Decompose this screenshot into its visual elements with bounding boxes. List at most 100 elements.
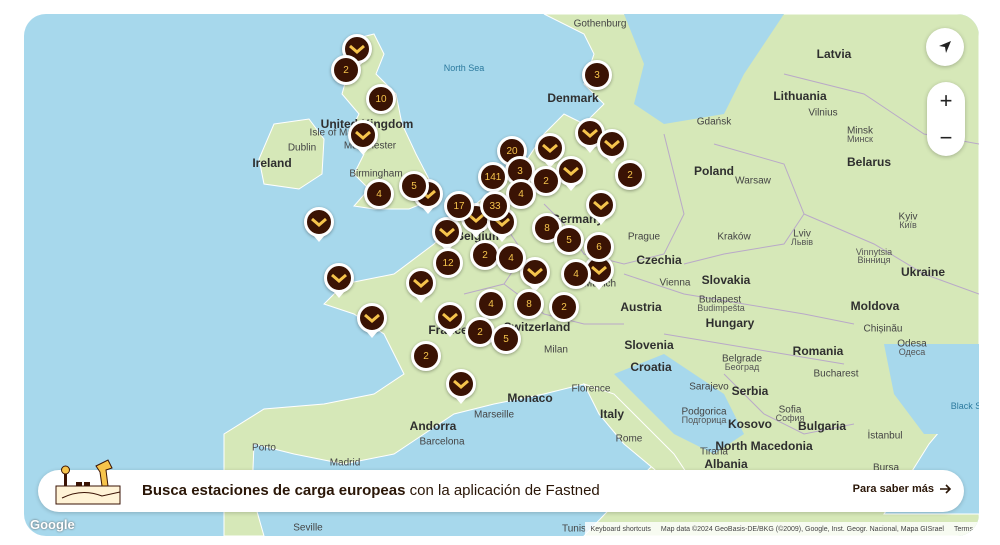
station-cluster-marker[interactable]: 2 xyxy=(411,341,441,371)
station-cluster-marker[interactable]: 4 xyxy=(506,179,536,209)
charging-station-marker[interactable] xyxy=(586,190,616,220)
water-label: Black S xyxy=(950,401,979,411)
city-label: Porto xyxy=(252,442,276,454)
country-label: Bulgaria xyxy=(797,419,847,433)
country-label: Czechia xyxy=(636,253,682,267)
station-cluster-marker[interactable]: 17 xyxy=(444,191,474,221)
charging-station-illustration-icon xyxy=(55,459,121,505)
keyboard-shortcuts-link[interactable]: Keyboard shortcuts xyxy=(591,526,651,533)
country-label: Lithuania xyxy=(773,89,827,103)
city-alt-label: Budimpešta xyxy=(697,303,745,313)
zoom-control: + − xyxy=(927,82,965,156)
country-label: Andorra xyxy=(409,419,457,433)
charging-station-marker[interactable] xyxy=(324,263,354,293)
station-cluster-marker[interactable]: 4 xyxy=(476,289,506,319)
fastned-chevron-icon xyxy=(364,313,380,323)
terms-link[interactable]: Terms xyxy=(954,526,973,533)
banner-title: Busca estaciones de carga europeas con l… xyxy=(142,482,600,499)
station-cluster-marker[interactable]: 4 xyxy=(496,243,526,273)
country-label: Albania xyxy=(704,457,748,471)
station-cluster-marker[interactable]: 2 xyxy=(549,292,579,322)
station-cluster-marker[interactable]: 2 xyxy=(615,160,645,190)
fastned-chevron-icon xyxy=(593,200,609,210)
city-label: Seville xyxy=(293,522,323,534)
learn-more-label: Para saber más xyxy=(852,483,934,495)
country-label: Hungary xyxy=(705,316,755,330)
fastned-chevron-icon xyxy=(439,227,455,237)
city-label: Milan xyxy=(544,344,568,356)
fastned-chevron-icon xyxy=(453,379,469,389)
city-label: Dublin xyxy=(287,142,317,154)
station-cluster-marker[interactable]: 5 xyxy=(399,171,429,201)
fastned-chevron-icon xyxy=(331,273,347,283)
charging-station-marker[interactable] xyxy=(357,303,387,333)
station-cluster-marker[interactable]: 141 xyxy=(478,162,508,192)
station-cluster-marker[interactable]: 5 xyxy=(554,225,584,255)
city-label: Marseille xyxy=(473,409,515,421)
country-label: Denmark xyxy=(547,91,599,105)
zoom-in-button[interactable]: + xyxy=(927,82,965,119)
country-label: Ireland xyxy=(252,156,292,170)
fastned-chevron-icon xyxy=(591,265,607,275)
water-label: North Sea xyxy=(443,63,485,73)
learn-more-link[interactable]: Para saber más xyxy=(853,483,952,495)
charging-station-marker[interactable] xyxy=(597,129,627,159)
map-canvas[interactable]: North Sea Black S United Kingdom Ireland Den… xyxy=(24,14,979,536)
charging-station-marker[interactable] xyxy=(348,120,378,150)
arrow-right-icon xyxy=(940,484,952,494)
fastned-chevron-icon xyxy=(442,312,458,322)
station-cluster-marker[interactable]: 4 xyxy=(364,179,394,209)
city-label: Gothenburg xyxy=(573,18,627,30)
city-alt-label: София xyxy=(775,413,805,423)
city-label: Vienna xyxy=(659,277,691,289)
country-label: Moldova xyxy=(850,299,900,313)
map-data-text: Map data ©2024 GeoBasis-DE/BKG (©2009), … xyxy=(660,525,944,533)
country-label: Croatia xyxy=(630,360,672,374)
fastned-chevron-icon xyxy=(542,143,558,153)
city-label: Tirana xyxy=(700,446,728,458)
country-label: Kosovo xyxy=(727,417,773,431)
country-label: Belarus xyxy=(846,155,892,169)
banner-title-bold: Busca estaciones de carga europeas xyxy=(142,482,406,499)
fastned-chevron-icon xyxy=(311,217,327,227)
station-cluster-marker[interactable]: 8 xyxy=(514,289,544,319)
station-cluster-marker[interactable]: 12 xyxy=(433,248,463,278)
city-label: Tunis xyxy=(561,523,587,535)
city-label: Sarajevo xyxy=(689,381,729,393)
station-cluster-marker[interactable]: 5 xyxy=(491,324,521,354)
zoom-out-button[interactable]: − xyxy=(927,119,965,156)
charging-station-marker[interactable] xyxy=(432,217,462,247)
station-cluster-marker[interactable]: 4 xyxy=(561,259,591,289)
city-label: Prague xyxy=(627,231,661,243)
fastned-chevron-icon xyxy=(563,166,579,176)
country-label: Austria xyxy=(620,300,662,314)
country-label: Poland xyxy=(693,164,735,178)
station-cluster-marker[interactable]: 2 xyxy=(331,55,361,85)
station-cluster-marker[interactable]: 6 xyxy=(584,232,614,262)
charging-station-marker[interactable] xyxy=(435,302,465,332)
charging-station-marker[interactable] xyxy=(406,268,436,298)
country-label: Latvia xyxy=(816,47,852,61)
city-label: İstanbul xyxy=(867,430,903,442)
city-label: Gdańsk xyxy=(696,116,732,128)
city-label: Rome xyxy=(615,433,643,445)
city-label: Bucharest xyxy=(813,368,859,380)
charging-station-marker[interactable] xyxy=(446,369,476,399)
city-label: Kraków xyxy=(717,231,751,243)
station-cluster-marker[interactable]: 3 xyxy=(582,60,612,90)
charging-station-marker[interactable] xyxy=(304,207,334,237)
my-location-button[interactable] xyxy=(926,28,964,66)
country-label: Slovenia xyxy=(624,338,674,352)
app-promo-banner[interactable]: Busca estaciones de carga europeas con l… xyxy=(38,459,964,512)
city-alt-label: Одеса xyxy=(898,347,926,357)
fastned-chevron-icon xyxy=(527,267,543,277)
map-base xyxy=(223,14,979,536)
city-alt-label: Београд xyxy=(724,362,760,372)
country-label: Ukraine xyxy=(900,265,946,279)
fastned-chevron-icon xyxy=(604,139,620,149)
fastned-chevron-icon xyxy=(355,130,371,140)
google-logo[interactable]: Google xyxy=(30,517,75,532)
city-label: Florence xyxy=(571,383,611,395)
station-cluster-marker[interactable]: 33 xyxy=(480,191,510,221)
station-cluster-marker[interactable]: 10 xyxy=(366,84,396,114)
